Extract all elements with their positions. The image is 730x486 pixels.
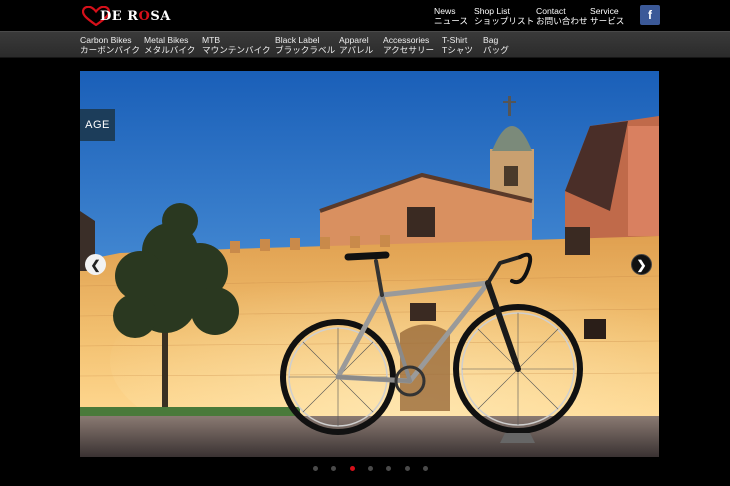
category-metal-bikes[interactable]: Metal Bikes メタルバイク [144,35,195,55]
slider-pagination [0,466,730,472]
slider-dot[interactable] [404,466,410,471]
slider-next-button[interactable]: ❯ [631,254,652,275]
category-navigation: Carbon Bikes カーボンバイク Metal Bikes メタルバイク MT… [0,31,730,58]
slider-dot[interactable] [422,466,428,471]
category-bag[interactable]: Bag バッグ [483,35,509,55]
slider-dot[interactable] [331,466,337,471]
top-navigation: News ニュース Shop List ショップリスト Contact お問い合わせ … [0,6,730,28]
age-badge: AGE [80,109,115,141]
category-accessories[interactable]: Accessories アクセサリー [383,35,434,55]
slider-dot[interactable] [313,466,318,471]
chevron-left-icon: ❮ [90,257,101,272]
category-t-shirt[interactable]: T-Shirt Tシャツ [442,35,473,55]
slide-image [80,71,659,457]
slider-prev-button[interactable]: ❮ [85,254,106,275]
category-carbon-bikes[interactable]: Carbon Bikes カーボンバイク [80,35,140,55]
facebook-icon[interactable]: f [640,5,660,25]
nav-contact[interactable]: Contact お問い合わせ [536,6,588,26]
site-header: DE ROSA News ニュース Shop List ショップリスト Contac… [0,0,730,31]
slider-dot[interactable] [349,466,355,471]
category-mtb[interactable]: MTB マウンテンバイク [202,35,271,55]
category-black-label[interactable]: Black Label ブラックラベル [275,35,335,55]
nav-service[interactable]: Service サービス [590,6,624,26]
slider-dot[interactable] [386,466,392,471]
category-apparel[interactable]: Apparel アパレル [339,35,373,55]
chevron-right-icon: ❯ [636,257,647,272]
slider-dot[interactable] [367,466,373,471]
nav-news[interactable]: News ニュース [434,6,468,26]
hero-slider[interactable]: AGE ❮ ❯ [80,71,659,457]
nav-shop-list[interactable]: Shop List ショップリスト [474,6,534,26]
